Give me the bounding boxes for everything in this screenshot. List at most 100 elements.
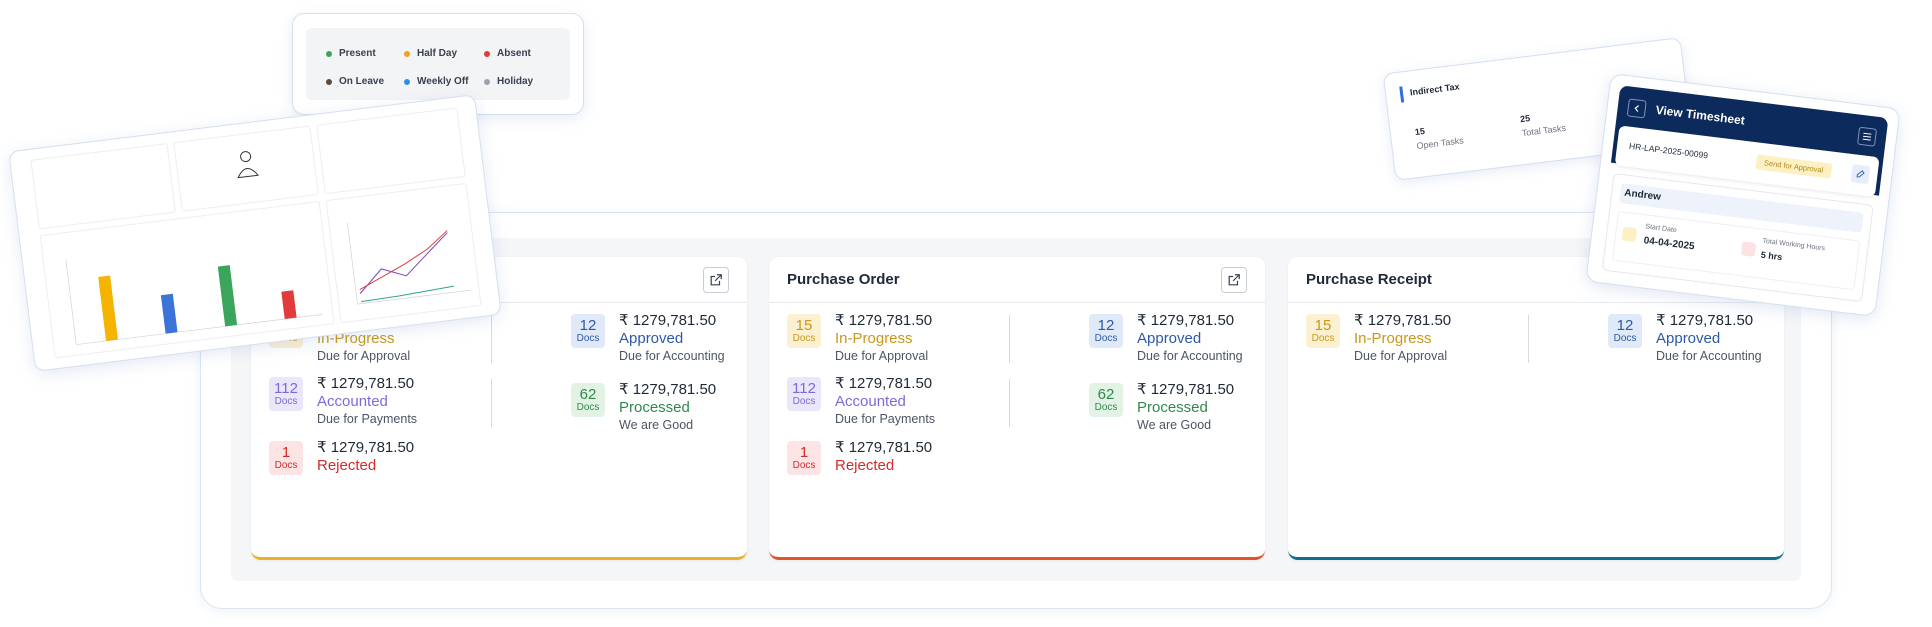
column-divider xyxy=(491,315,492,363)
status-subtext: Due for Approval xyxy=(835,349,929,363)
edit-button[interactable] xyxy=(1850,164,1871,185)
doc-count: 15 xyxy=(795,317,813,334)
status-subtext: Due for Payments xyxy=(835,412,936,426)
status-label: Approved xyxy=(1656,330,1721,347)
doc-label: Docs xyxy=(1094,402,1118,413)
chevron-left-icon xyxy=(1634,105,1639,112)
purchase-receipt-card: Purchase Receipt 15 Docs ₹ 1279,781.50 In-P… xyxy=(1288,257,1784,560)
status-label: In-Progress xyxy=(835,330,913,347)
doc-count: 12 xyxy=(1616,317,1634,334)
preview-line-chart xyxy=(325,182,482,324)
doc-count-badge: 12 Docs xyxy=(1608,314,1642,348)
doc-count-badge: 15Docs xyxy=(1306,314,1340,348)
mini-bar xyxy=(217,265,238,327)
status-badge: Send for Approval xyxy=(1755,154,1833,179)
doc-count: 112 xyxy=(274,380,298,397)
open-external-icon[interactable] xyxy=(1221,266,1247,293)
status-subtext: Due for Approval xyxy=(317,349,411,363)
doc-count: 62 xyxy=(1097,386,1115,403)
legend-half-day: Half Day xyxy=(404,48,457,59)
doc-label: Docs xyxy=(1311,333,1335,344)
menu-button[interactable] xyxy=(1857,126,1878,147)
doc-count: 12 xyxy=(579,317,597,334)
stat-text: ₹ 1279,781.50 Accounted Due for Payments xyxy=(835,375,935,428)
doc-label: Docs xyxy=(1613,333,1637,344)
stat-rejected[interactable]: 1 Docs ₹ 1279,781.50 Rejected xyxy=(787,439,932,475)
status-label: Rejected xyxy=(317,457,377,474)
total-tasks-label: Total Tasks xyxy=(1521,122,1567,139)
doc-count-badge: 62 Docs xyxy=(1089,383,1123,417)
amount: ₹ 1279,781.50 xyxy=(317,439,415,456)
amount: ₹ 1279,781.50 xyxy=(619,312,717,329)
legend-label: On Leave xyxy=(339,76,385,87)
accent-bar xyxy=(1399,86,1405,103)
stat-approved[interactable]: 12 Docs ₹ 1279,781.50 Approved Due for Accou… xyxy=(1608,312,1762,365)
amount: ₹ 1279,781.50 xyxy=(619,381,717,398)
timesheet-id: HR-LAP-2025-00099 xyxy=(1628,140,1709,161)
status-label: Accounted xyxy=(835,393,906,410)
calendar-icon xyxy=(1621,226,1638,243)
status-label: Processed xyxy=(1137,399,1208,416)
amount: ₹ 1279,781.50 xyxy=(835,312,933,329)
stat-text: ₹ 1279,781.50 Accounted Due for Payments xyxy=(317,375,417,428)
timesheet-title: View Timesheet xyxy=(1654,102,1746,128)
doc-count-badge: 12 Docs xyxy=(571,314,605,348)
absent-dot-icon xyxy=(484,50,490,57)
weekly-off-dot-icon xyxy=(404,78,410,85)
amount: ₹ 1279,781.50 xyxy=(1137,381,1235,398)
doc-count: 62 xyxy=(579,386,597,403)
stat-text: ₹ 1279,781.50 Processed We are Good xyxy=(1137,381,1234,434)
stat-processed[interactable]: 62 Docs ₹ 1279,781.50 Processed We are Good xyxy=(1089,381,1234,434)
edit-icon xyxy=(1856,170,1865,178)
stat-text: ₹ 1279,781.50In-Progress Due for Approval xyxy=(835,312,932,365)
stat-text: ₹ 1279,781.50 Approved Due for Accounting xyxy=(1656,312,1762,365)
legend-present: Present xyxy=(326,48,376,59)
on-leave-dot-icon xyxy=(326,78,332,85)
status-subtext: We are Good xyxy=(1137,418,1212,432)
open-tasks-count: 15 xyxy=(1414,125,1426,138)
doc-count-badge: 112 Docs xyxy=(787,377,821,411)
legend-label: Absent xyxy=(497,48,531,59)
doc-count-badge: 12 Docs xyxy=(1089,314,1123,348)
stat-accounted[interactable]: 112 Docs ₹ 1279,781.50 Accounted Due for Pay… xyxy=(787,375,935,428)
timesheet-detail: Andrew Start Date 04-04-2025 Total Worki… xyxy=(1601,173,1874,303)
status-label: Accounted xyxy=(317,393,388,410)
status-label: In-Progress xyxy=(1354,330,1432,347)
status-label: Rejected xyxy=(835,457,895,474)
doc-label: Docs xyxy=(792,333,816,344)
start-date-label: Start Date xyxy=(1644,223,1678,235)
doc-label: Docs xyxy=(274,460,298,471)
doc-label: Docs xyxy=(792,396,816,407)
open-external-icon[interactable] xyxy=(703,266,729,293)
stat-approved[interactable]: 12 Docs ₹ 1279,781.50 Approved Due for Accou… xyxy=(1089,312,1243,365)
mini-bar xyxy=(160,293,178,334)
card-title: Purchase Order xyxy=(787,271,900,288)
doc-count-badge: 1 Docs xyxy=(787,441,821,475)
stat-text: ₹ 1279,781.50 Approved Due for Accounting xyxy=(1137,312,1243,365)
stat-accounted[interactable]: 112 Docs ₹ 1279,781.50 Accounted Due for Pay… xyxy=(269,375,417,428)
amount: ₹ 1279,781.50 xyxy=(317,375,415,392)
mini-bar xyxy=(98,275,118,341)
page: 15Docs₹ 1279,781.50In-ProgressDue for Ap… xyxy=(0,0,1932,627)
total-tasks-count: 25 xyxy=(1519,113,1531,125)
stat-processed[interactable]: 62 Docs ₹ 1279,781.50 Processed We are Good xyxy=(571,381,716,434)
stat-approved[interactable]: 12 Docs ₹ 1279,781.50 Approved Due for Accou… xyxy=(571,312,725,365)
back-button[interactable] xyxy=(1626,98,1647,119)
column-divider xyxy=(1009,315,1010,363)
doc-count-badge: 1 Docs xyxy=(269,441,303,475)
legend-label: Holiday xyxy=(497,76,534,87)
legend-body: Present Half Day Absent On Leave Weekly … xyxy=(306,28,570,100)
doc-label: Docs xyxy=(792,460,816,471)
doc-label: Docs xyxy=(576,333,600,344)
stat-rejected[interactable]: 1 Docs ₹ 1279,781.50 Rejected xyxy=(269,439,414,475)
employee-name: Andrew xyxy=(1623,187,1662,203)
timesheet-card: View Timesheet HR-LAP-2025-00099 Send fo… xyxy=(1585,72,1901,318)
stat-in-progress[interactable]: 15Docs ₹ 1279,781.50In-Progress Due for Ap… xyxy=(1306,312,1451,365)
hours-icon xyxy=(1740,241,1757,257)
half-day-dot-icon xyxy=(404,50,410,57)
status-subtext: We are Good xyxy=(619,418,694,432)
mini-line-chart xyxy=(347,222,471,305)
stat-text: ₹ 1279,781.50 Processed We are Good xyxy=(619,381,716,434)
stat-in-progress[interactable]: 15Docs ₹ 1279,781.50In-Progress Due for Ap… xyxy=(787,312,932,365)
start-date-value: 04-04-2025 xyxy=(1643,235,1696,253)
